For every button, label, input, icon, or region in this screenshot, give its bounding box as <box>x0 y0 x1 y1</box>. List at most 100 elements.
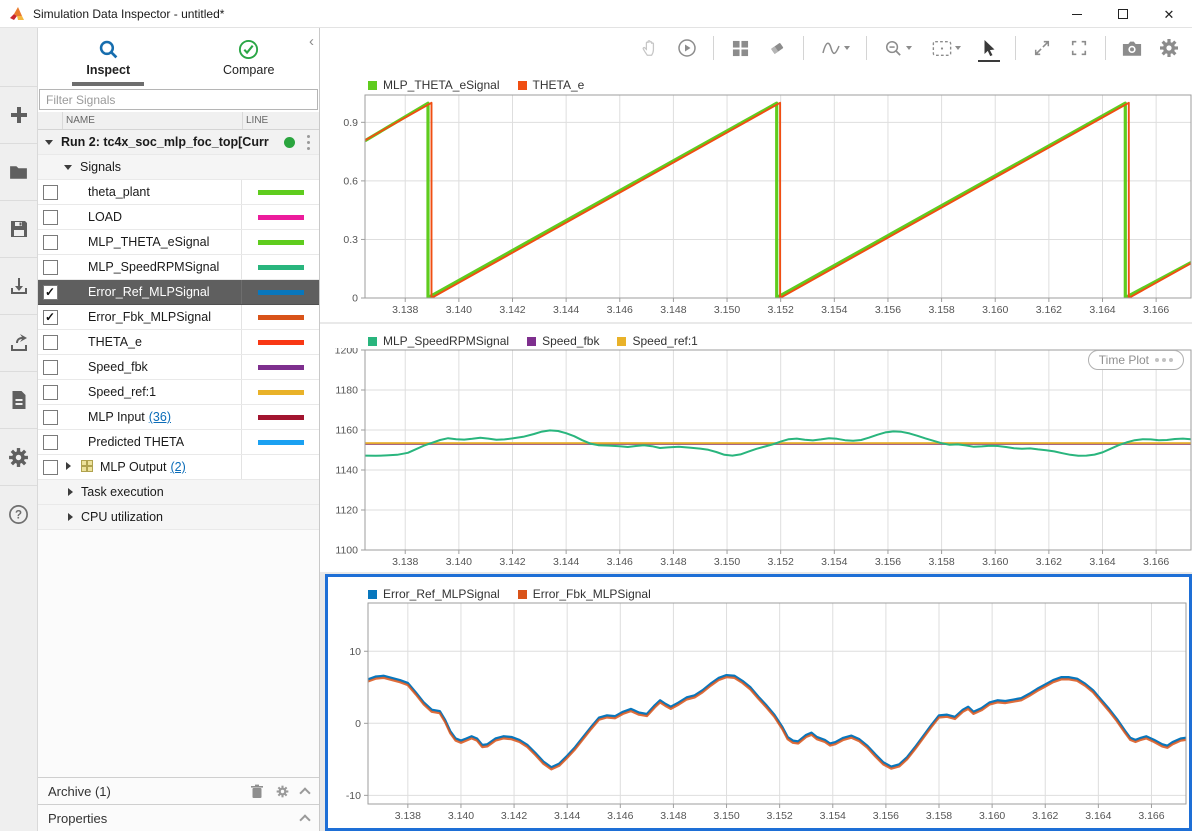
legend-item-mlp-theta-esignal[interactable]: MLP_THETA_eSignal <box>368 78 500 92</box>
legend-item-speed-fbk[interactable]: Speed_fbk <box>527 334 599 348</box>
expand-caret-icon[interactable] <box>68 513 73 521</box>
clear-plots-button[interactable] <box>762 33 792 63</box>
eraser-icon <box>768 39 786 57</box>
bus-row-mlp-output[interactable]: MLP Output(2) <box>38 455 319 480</box>
signal-row-theta-plant[interactable]: theta_plant <box>38 180 319 205</box>
line-color-swatch[interactable] <box>258 265 304 270</box>
tab-inspect[interactable]: Inspect <box>38 28 179 88</box>
maximize-button[interactable] <box>1100 0 1146 28</box>
count-link[interactable]: (2) <box>170 460 185 474</box>
checkbox-unchecked[interactable] <box>43 210 58 225</box>
visualization-gallery-button[interactable] <box>815 33 855 63</box>
signal-row-load[interactable]: LOAD <box>38 205 319 230</box>
subplot-layout-button[interactable] <box>725 33 755 63</box>
checkbox-unchecked[interactable] <box>43 185 58 200</box>
line-color-swatch[interactable] <box>258 440 304 445</box>
run-expand-caret-icon[interactable] <box>45 140 53 145</box>
svg-text:3.148: 3.148 <box>660 304 686 316</box>
checkbox-unchecked[interactable] <box>43 435 58 450</box>
checkbox-unchecked[interactable] <box>43 410 58 425</box>
line-color-swatch[interactable] <box>258 365 304 370</box>
legend-item-error-ref-mlpsignal[interactable]: Error_Ref_MLPSignal <box>368 587 500 601</box>
signal-row-theta-e[interactable]: THETA_e <box>38 330 319 355</box>
svg-text:0.9: 0.9 <box>343 117 358 129</box>
signal-row-mlp-speedrpmsignal[interactable]: MLP_SpeedRPMSignal <box>38 255 319 280</box>
pan-tool-button[interactable] <box>635 33 665 63</box>
archive-bar[interactable]: Archive (1) <box>38 777 319 804</box>
line-color-swatch[interactable] <box>258 190 304 195</box>
line-color-swatch[interactable] <box>258 415 304 420</box>
checkbox-unchecked[interactable] <box>43 385 58 400</box>
line-color-swatch[interactable] <box>258 390 304 395</box>
legend-item-error-fbk-mlpsignal[interactable]: Error_Fbk_MLPSignal <box>518 587 651 601</box>
zoom-out-button[interactable] <box>878 33 918 63</box>
checkbox-unchecked[interactable] <box>43 460 58 475</box>
minimize-button[interactable] <box>1054 0 1100 28</box>
run-menu-kebab-icon[interactable] <box>304 134 312 151</box>
signal-row-error-ref-mlpsignal[interactable]: ✓Error_Ref_MLPSignal <box>38 280 319 305</box>
checkbox-unchecked[interactable] <box>43 335 58 350</box>
legend-item-theta-e[interactable]: THETA_e <box>518 78 585 92</box>
subplot-error-selected[interactable]: Error_Ref_MLPSignal Error_Fbk_MLPSignal 3… <box>325 574 1192 831</box>
new-run-button[interactable] <box>0 86 37 143</box>
signal-row-error-fbk-mlpsignal[interactable]: ✓Error_Fbk_MLPSignal <box>38 305 319 330</box>
archive-gear-icon[interactable] <box>276 785 289 798</box>
signal-list: Signalstheta_plantLOADMLP_THETA_eSignalM… <box>38 155 319 530</box>
legend-item-speed-ref-1[interactable]: Speed_ref:1 <box>617 334 697 348</box>
checkbox-unchecked[interactable] <box>43 235 58 250</box>
checkbox-checked[interactable]: ✓ <box>43 285 58 300</box>
fullscreen-button[interactable] <box>1064 33 1094 63</box>
filter-signals-input[interactable] <box>39 89 318 110</box>
line-color-swatch[interactable] <box>258 340 304 345</box>
line-color-swatch[interactable] <box>258 315 304 320</box>
checkbox-unchecked[interactable] <box>43 360 58 375</box>
close-button[interactable]: ✕ <box>1146 0 1192 28</box>
group-row-signals[interactable]: Signals <box>38 155 319 180</box>
checkbox-checked[interactable]: ✓ <box>43 310 58 325</box>
archive-collapse-up-icon[interactable] <box>299 787 310 798</box>
properties-collapse-up-icon[interactable] <box>299 814 310 825</box>
signal-row-speed-fbk[interactable]: Speed_fbk <box>38 355 319 380</box>
pointer-tool-button[interactable] <box>974 33 1004 63</box>
preferences-button[interactable] <box>0 428 37 485</box>
checkbox-cell <box>38 380 62 404</box>
legend-item-mlp-speedrpmsignal[interactable]: MLP_SpeedRPMSignal <box>368 334 509 348</box>
fit-to-view-button[interactable] <box>925 33 967 63</box>
help-button[interactable]: ? <box>0 485 37 542</box>
theta-chart-canvas[interactable]: 3.1383.1403.1423.1443.1463.1483.1503.152… <box>320 92 1192 322</box>
collapse-panel-chevron-icon[interactable]: ‹ <box>309 34 314 49</box>
subplot-speed[interactable]: MLP_SpeedRPMSignal Speed_fbk Speed_ref:1 3… <box>320 324 1192 572</box>
signal-row-speed-ref-1[interactable]: Speed_ref:1 <box>38 380 319 405</box>
run-row[interactable]: Run 2: tc4x_soc_mlp_foc_top[Curr <box>38 130 319 155</box>
replay-button[interactable] <box>672 33 702 63</box>
line-color-swatch[interactable] <box>258 215 304 220</box>
signal-row-mlp-theta-esignal[interactable]: MLP_THETA_eSignal <box>38 230 319 255</box>
expand-plot-button[interactable] <box>1027 33 1057 63</box>
signal-row-predicted-theta[interactable]: Predicted THETA <box>38 430 319 455</box>
line-color-swatch[interactable] <box>258 240 304 245</box>
import-button[interactable] <box>0 257 37 314</box>
time-plot-badge-menu-dots-icon[interactable] <box>1155 358 1173 362</box>
export-button[interactable] <box>0 314 37 371</box>
time-plot-badge[interactable]: Time Plot <box>1088 350 1184 370</box>
tab-compare[interactable]: Compare <box>179 28 320 88</box>
subplot-theta[interactable]: MLP_THETA_eSignal THETA_e 3.1383.1403.142… <box>320 68 1192 322</box>
speed-chart-canvas[interactable]: 3.1383.1403.1423.1443.1463.1483.1503.152… <box>320 348 1192 572</box>
properties-bar[interactable]: Properties <box>38 804 319 831</box>
open-button[interactable] <box>0 143 37 200</box>
report-button[interactable] <box>0 371 37 428</box>
line-color-swatch[interactable] <box>258 290 304 295</box>
save-button[interactable] <box>0 200 37 257</box>
checkbox-unchecked[interactable] <box>43 260 58 275</box>
plot-settings-button[interactable] <box>1154 33 1184 63</box>
expand-caret-icon[interactable] <box>64 165 72 170</box>
expand-caret-icon[interactable] <box>68 488 73 496</box>
signal-row-mlp-input[interactable]: MLP Input(36) <box>38 405 319 430</box>
section-row-cpu-utilization[interactable]: CPU utilization <box>38 505 319 530</box>
snapshot-button[interactable] <box>1117 33 1147 63</box>
expand-caret-icon[interactable] <box>66 462 71 470</box>
section-row-task-execution[interactable]: Task execution <box>38 480 319 505</box>
trash-icon[interactable] <box>250 784 264 799</box>
count-link[interactable]: (36) <box>149 410 171 424</box>
error-chart-canvas[interactable]: 3.1383.1403.1423.1443.1463.1483.1503.152… <box>328 601 1189 828</box>
